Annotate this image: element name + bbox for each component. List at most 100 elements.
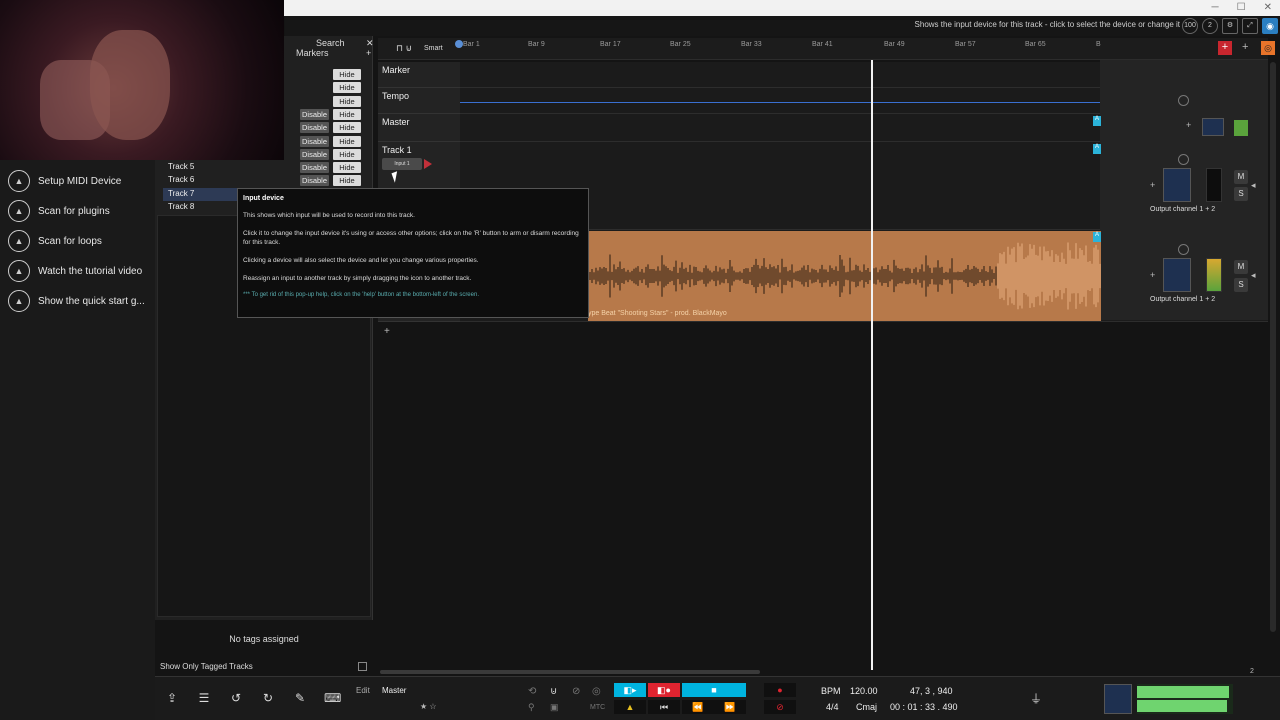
count-badge[interactable]: 2 — [1202, 18, 1218, 34]
vertical-scrollbar[interactable] — [1270, 62, 1276, 632]
audio-clip[interactable] — [588, 231, 1101, 321]
tag-row[interactable]: Track 6 Disable Hide — [163, 174, 368, 187]
menu-icon[interactable]: ☰ — [196, 690, 212, 706]
add-plugin-icon[interactable]: + — [1150, 180, 1155, 190]
loop-icon[interactable]: ⟲ — [528, 686, 536, 697]
hide-button[interactable]: Hide — [333, 95, 361, 107]
close-icon[interactable]: ✕ — [1264, 2, 1272, 13]
add-icon[interactable]: + — [1242, 41, 1248, 53]
smart-label[interactable]: Smart — [424, 45, 443, 52]
solo-button[interactable]: S — [1234, 278, 1248, 292]
automation-icon[interactable]: A — [1093, 144, 1101, 154]
mtc-label[interactable]: MTC — [590, 704, 605, 711]
hide-button[interactable]: Hide — [333, 148, 361, 160]
pan-knob[interactable] — [1178, 154, 1189, 165]
sidebar-item-quick-start[interactable]: ▲ Show the quick start g... — [8, 289, 145, 313]
marker-track-header[interactable]: Marker — [378, 62, 460, 88]
plugin-icon[interactable]: ⏚ — [1030, 690, 1042, 707]
disable-button[interactable]: Disable — [300, 148, 329, 160]
playhead[interactable] — [871, 60, 873, 670]
snap-icon[interactable]: ⊓ ⊍ — [396, 43, 412, 54]
add-plugin-icon[interactable]: + — [1150, 270, 1155, 280]
add-track-icon[interactable]: + — [1218, 41, 1232, 55]
volume-fader[interactable] — [1202, 118, 1224, 136]
output-channel-label[interactable]: Output channel 1 + 2 — [1150, 206, 1215, 213]
fast-forward-icon[interactable]: ⏩ — [714, 700, 746, 714]
maximize-icon[interactable]: ☐ — [1237, 2, 1246, 13]
hide-button[interactable]: Hide — [333, 175, 361, 187]
disable-button[interactable]: Disable — [300, 122, 329, 134]
star-icon[interactable]: ★ ☆ — [420, 702, 437, 711]
horizontal-scrollbar[interactable] — [380, 670, 760, 674]
disable-button[interactable]: Disable — [300, 135, 329, 147]
minimize-icon[interactable]: ─ — [1212, 2, 1219, 13]
record-button[interactable]: ● — [764, 683, 796, 697]
wrench-icon[interactable]: ✎ — [292, 690, 308, 706]
settings-icon[interactable]: ⚙ — [1222, 18, 1238, 34]
rewind-start-icon[interactable]: ⏮ — [648, 700, 680, 714]
zoom-page[interactable]: 2 — [1250, 668, 1254, 675]
volume-fader[interactable] — [1163, 258, 1191, 292]
input-device-button[interactable]: Input 1 — [382, 158, 422, 170]
sidebar-item-scan-loops[interactable]: ▲ Scan for loops — [8, 229, 102, 253]
volume-fader[interactable] — [1163, 168, 1191, 202]
snap-magnet-icon[interactable]: ⊍ — [550, 686, 557, 697]
punch-icon[interactable]: ⊘ — [572, 686, 580, 697]
hide-button[interactable]: Hide — [333, 82, 361, 94]
output-channel-label[interactable]: Output channel 1 + 2 — [1150, 296, 1215, 303]
tag-row[interactable]: Track 5 Disable Hide — [163, 161, 368, 174]
pan-knob[interactable] — [1178, 95, 1189, 106]
tag-icon[interactable]: ⚲ — [528, 702, 535, 713]
keyboard-icon[interactable]: ⌨ — [324, 690, 341, 706]
disable-button[interactable]: Disable — [300, 175, 329, 187]
disable-button[interactable]: Disable — [300, 162, 329, 174]
master-fader[interactable] — [1104, 684, 1132, 714]
warning-icon[interactable]: ▲ — [614, 700, 646, 714]
lock-icon[interactable]: ▣ — [550, 702, 559, 713]
metronome-icon[interactable]: ◎ — [592, 686, 601, 697]
sidebar-item-tutorial-video[interactable]: ▲ Watch the tutorial video — [8, 259, 142, 283]
redo-icon[interactable]: ↻ — [260, 690, 276, 706]
tempo-track-header[interactable]: Tempo — [378, 88, 460, 114]
key-signature[interactable]: Cmaj — [856, 702, 877, 712]
automation-icon[interactable]: A — [1093, 232, 1101, 242]
mute-button[interactable]: M — [1234, 260, 1248, 274]
arm-record-icon[interactable] — [424, 159, 432, 169]
add-track-icon[interactable]: + — [384, 326, 390, 337]
add-plugin-icon[interactable]: + — [1186, 120, 1191, 130]
play-mode-button[interactable]: ◧▸ — [614, 683, 646, 697]
zoom-badge[interactable]: 100 — [1182, 18, 1198, 34]
disable-button[interactable]: Disable — [300, 108, 329, 120]
undo-icon[interactable]: ↺ — [228, 690, 244, 706]
pan-knob[interactable] — [1178, 244, 1189, 255]
fullscreen-icon[interactable]: ⤢ — [1242, 18, 1258, 34]
search-label[interactable]: Search — [316, 38, 345, 48]
rewind-icon[interactable]: ⏪ — [682, 700, 714, 714]
hide-button[interactable]: Hide — [333, 135, 361, 147]
stop-button[interactable]: ■ — [682, 683, 746, 697]
solo-button[interactable]: S — [1234, 187, 1248, 201]
eye-icon[interactable]: ◉ — [1262, 18, 1278, 34]
position-time[interactable]: 00 : 01 : 33 . 490 — [890, 702, 958, 712]
bpm-value[interactable]: 120.00 — [850, 686, 878, 696]
mute-button[interactable]: M — [1234, 170, 1248, 184]
hide-button[interactable]: Hide — [333, 162, 361, 174]
hide-button[interactable]: Hide — [333, 122, 361, 134]
master-track-header[interactable]: Master — [378, 114, 460, 142]
record-mode-button[interactable]: ◧● — [648, 683, 680, 697]
speaker-icon[interactable]: ◂ — [1251, 180, 1256, 191]
show-only-tagged-checkbox[interactable] — [358, 662, 367, 671]
add-icon[interactable]: + — [366, 48, 371, 58]
export-icon[interactable]: ⇪ — [164, 690, 180, 706]
automation-icon[interactable]: A — [1093, 116, 1101, 126]
record-armed-icon[interactable]: ⊘ — [764, 700, 796, 714]
markers-label[interactable]: Markers — [296, 48, 329, 58]
sidebar-item-setup-midi[interactable]: ▲ Setup MIDI Device — [8, 169, 121, 193]
hide-button[interactable]: Hide — [333, 69, 361, 80]
position-bars[interactable]: 47, 3 , 940 — [910, 686, 953, 696]
time-signature[interactable]: 4/4 — [826, 702, 839, 712]
hide-button[interactable]: Hide — [333, 108, 361, 120]
record-mode-icon[interactable]: ◎ — [1261, 41, 1275, 55]
sidebar-item-scan-plugins[interactable]: ▲ Scan for plugins — [8, 199, 110, 223]
loop-start-marker[interactable] — [455, 40, 463, 48]
